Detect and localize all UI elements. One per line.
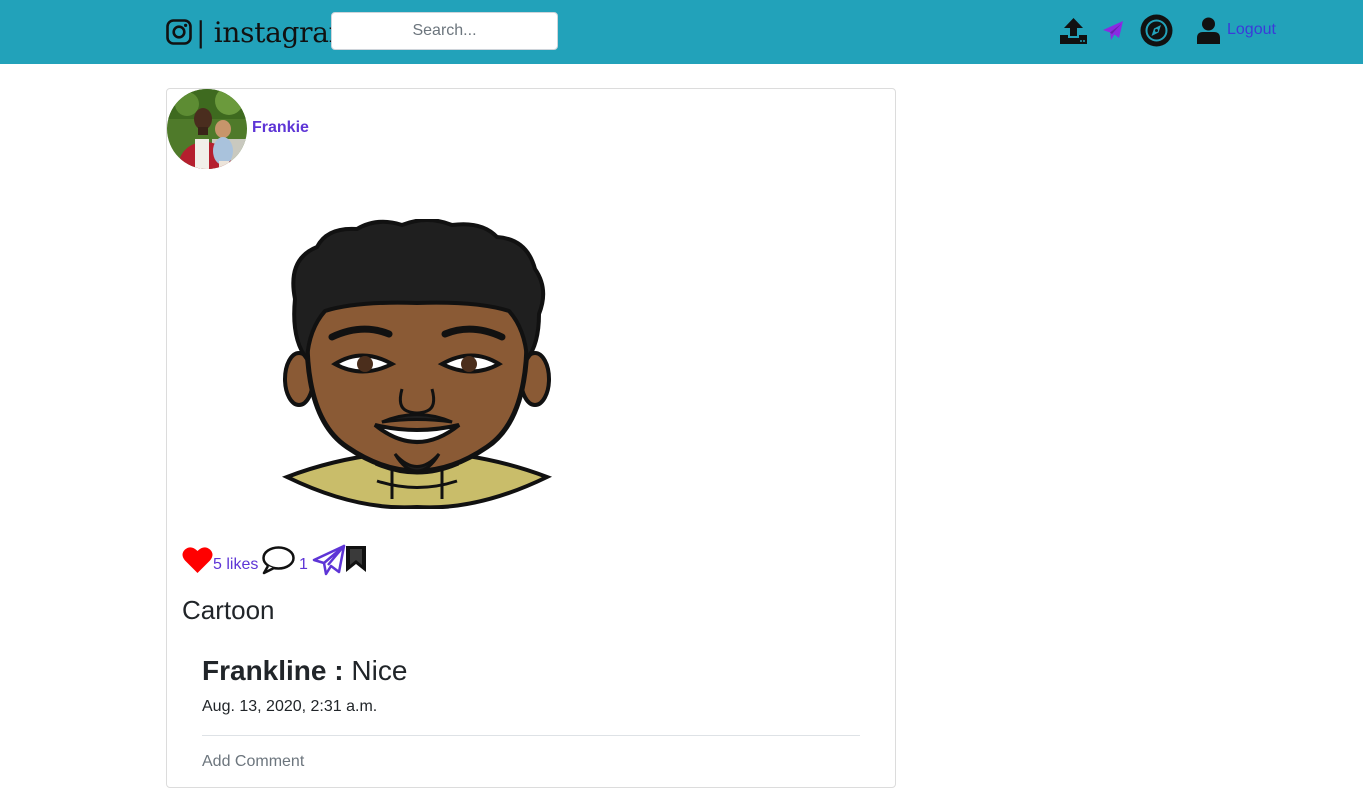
comment-date: Aug. 13, 2020, 2:31 a.m.: [202, 698, 378, 715]
user-icon[interactable]: [1197, 17, 1220, 44]
share-icon[interactable]: [312, 544, 346, 576]
navbar: | instagram Logout: [0, 0, 1363, 64]
post-card: Frankie 5 likes 1 Cartoon Frankline: Ni…: [166, 88, 896, 788]
heart-icon[interactable]: [182, 546, 213, 574]
comment-icon[interactable]: [262, 546, 295, 575]
divider: [202, 735, 860, 736]
avatar[interactable]: [167, 89, 247, 169]
search-input[interactable]: [331, 12, 558, 50]
comment-text: Nice: [343, 655, 408, 686]
avatar-photo: [167, 89, 247, 169]
brand-link[interactable]: | instagram: [166, 13, 355, 51]
post-image[interactable]: [277, 219, 557, 509]
comment-author[interactable]: Frankline :: [202, 655, 344, 686]
upload-icon[interactable]: [1059, 17, 1088, 45]
likes-count[interactable]: 5 likes: [213, 556, 258, 574]
add-comment-input[interactable]: [202, 753, 602, 771]
post-caption: Cartoon: [182, 595, 275, 625]
logout-link[interactable]: Logout: [1227, 21, 1276, 39]
author-link[interactable]: Frankie: [252, 119, 309, 137]
instagram-icon: [166, 19, 192, 45]
comment: Frankline : Nice: [202, 655, 407, 687]
comments-count[interactable]: 1: [299, 556, 308, 574]
compass-icon[interactable]: [1139, 13, 1174, 48]
bookmark-icon[interactable]: [345, 545, 367, 573]
send-icon[interactable]: [1102, 20, 1124, 42]
